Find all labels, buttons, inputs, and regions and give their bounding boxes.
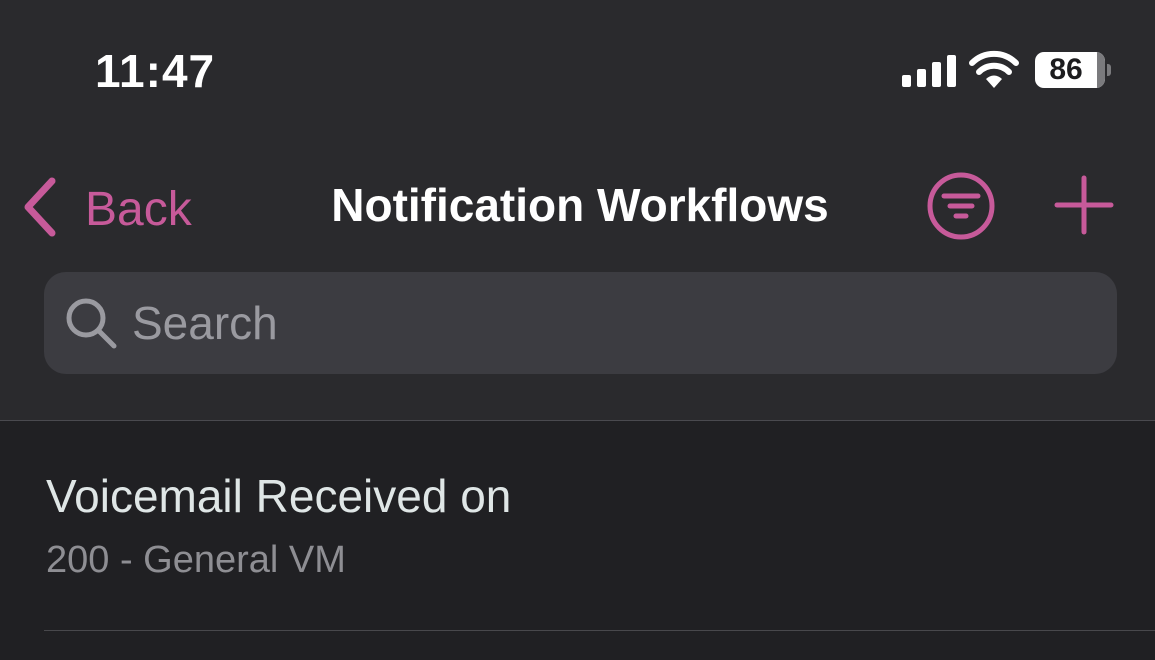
- search-icon: [66, 298, 117, 349]
- back-button-label: Back: [85, 183, 192, 236]
- chevron-left-icon: [24, 177, 56, 237]
- navigation-bar: Back Notification Workflows: [0, 160, 1155, 250]
- wifi-icon: [969, 50, 1019, 88]
- list-item-subtitle: 200 - General VM: [46, 539, 346, 581]
- list-item-title: Voicemail Received on: [46, 470, 512, 522]
- list-item[interactable]: Voicemail Received on 200 - General VM: [0, 421, 1155, 630]
- battery-cap: [1107, 64, 1111, 76]
- battery-icon: 86: [1035, 52, 1111, 88]
- battery-body: 86: [1035, 52, 1105, 88]
- search-input[interactable]: [132, 290, 1092, 356]
- plus-icon[interactable]: [1053, 174, 1115, 236]
- search-bar[interactable]: [44, 272, 1117, 374]
- battery-level: 86: [1049, 53, 1083, 86]
- status-time: 11:47: [95, 45, 216, 97]
- status-bar: 11:47 86: [0, 0, 1155, 140]
- signal-icon: [902, 55, 956, 87]
- back-button[interactable]: Back: [20, 172, 220, 238]
- header-area: 11:47 86 Back Notification Workflows Sea…: [0, 0, 1155, 420]
- list-item-divider: [44, 630, 1155, 631]
- filter-icon[interactable]: [925, 170, 997, 242]
- battery-empty-portion: [1097, 52, 1105, 88]
- page-title: Notification Workflows: [331, 179, 829, 231]
